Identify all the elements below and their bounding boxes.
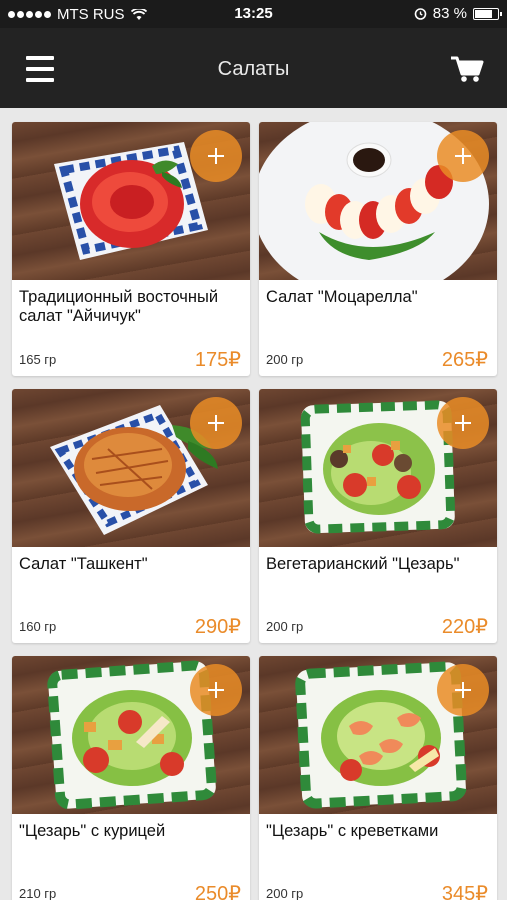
product-price: 175₽: [194, 349, 241, 371]
product-weight: 160 гр: [19, 619, 57, 634]
add-to-cart-button[interactable]: [437, 664, 489, 716]
product-name: Вегетарианский "Цезарь": [266, 555, 460, 573]
add-to-cart-button[interactable]: [190, 397, 242, 449]
product-weight: 165 гр: [19, 352, 57, 367]
product-price: 220₽: [441, 616, 488, 638]
add-to-cart-button[interactable]: [190, 664, 242, 716]
product-name: Салат "Ташкент": [19, 555, 148, 573]
battery-percent: 83 %: [432, 5, 467, 22]
alarm-clock-icon: [414, 8, 427, 20]
product-grid: Традиционный восточный салат "Айчичук" 1…: [0, 108, 507, 900]
product-photo: [12, 122, 250, 280]
add-to-cart-button[interactable]: [437, 397, 489, 449]
product-photo: [259, 389, 497, 547]
product-price: 345₽: [441, 883, 488, 900]
product-price: 265₽: [441, 349, 488, 371]
product-name: "Цезарь" с курицей: [19, 822, 166, 840]
menu-button[interactable]: [20, 52, 60, 86]
product-photo: [259, 656, 497, 814]
product-weight: 200 гр: [266, 352, 304, 367]
product-card[interactable]: Традиционный восточный салат "Айчичук" 1…: [12, 122, 250, 376]
page-title: Салаты: [217, 58, 290, 80]
product-price: 290₽: [194, 616, 241, 638]
product-name: Традиционный восточный салат "Айчичук": [19, 288, 219, 325]
product-card[interactable]: Салат "Моцарелла" 200 гр 265₽: [259, 122, 497, 376]
battery-icon: [473, 7, 502, 20]
cart-button[interactable]: [447, 48, 487, 88]
product-price: 250₽: [194, 883, 241, 900]
product-card[interactable]: Вегетарианский "Цезарь" 200 гр 220₽: [259, 389, 497, 643]
product-photo: [259, 122, 497, 280]
product-name: "Цезарь" с креветками: [266, 822, 439, 840]
product-photo: [12, 389, 250, 547]
product-card[interactable]: "Цезарь" с курицей 210 гр 250₽: [12, 656, 250, 900]
product-photo: [12, 656, 250, 814]
shopping-cart-icon: [451, 56, 484, 82]
product-card[interactable]: Салат "Ташкент" 160 гр 290₽: [12, 389, 250, 643]
product-weight: 200 гр: [266, 619, 304, 634]
product-weight: 200 гр: [266, 886, 304, 900]
battery-info: 83 %: [414, 5, 502, 22]
status-bar: MTS RUS 13:25 83 %: [0, 0, 507, 28]
add-to-cart-button[interactable]: [190, 130, 242, 182]
product-weight: 210 гр: [19, 886, 57, 900]
add-to-cart-button[interactable]: [437, 130, 489, 182]
product-name: Салат "Моцарелла": [266, 288, 418, 306]
product-card[interactable]: "Цезарь" с креветками 200 гр 345₽: [259, 656, 497, 900]
hamburger-menu-icon: [26, 56, 54, 60]
app-header: Салаты: [0, 28, 507, 108]
